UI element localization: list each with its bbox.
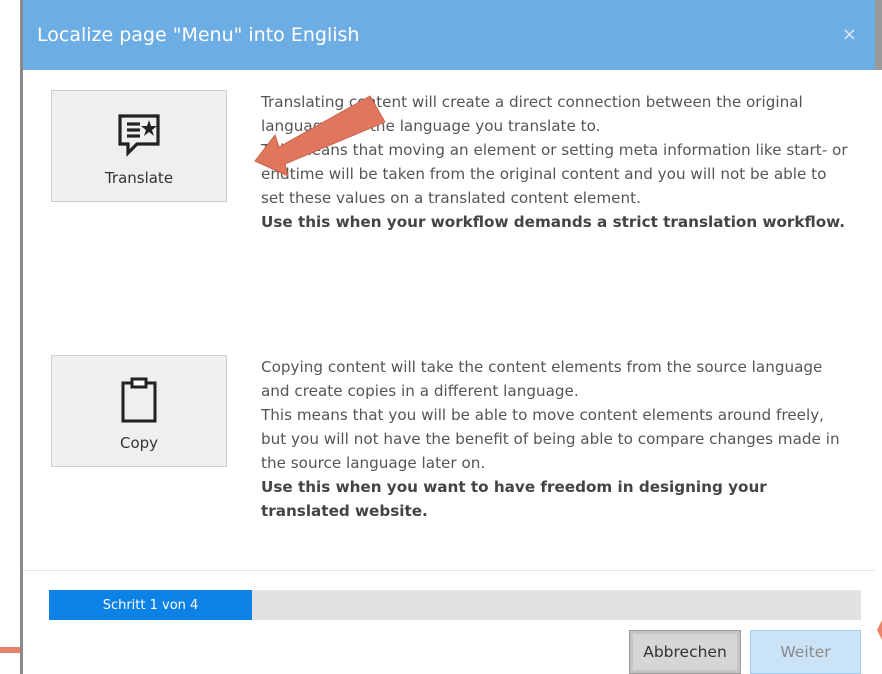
dialog-title: Localize page "Menu" into English — [37, 24, 360, 46]
clipboard-icon — [121, 377, 157, 423]
translate-description-line: This means that moving an element or set… — [261, 141, 848, 207]
cancel-button[interactable]: Abbrechen — [629, 630, 741, 674]
translate-button[interactable]: Translate — [51, 90, 227, 202]
wizard-progress-label: Schritt 1 von 4 — [102, 597, 199, 613]
annotation-arrow-fragment — [0, 647, 20, 653]
localize-dialog: Localize page "Menu" into English × Tran… — [23, 0, 875, 674]
translate-button-label: Translate — [104, 169, 174, 187]
footer-divider — [23, 570, 875, 571]
background-panel — [875, 0, 882, 70]
copy-description: Copying content will take the content el… — [261, 355, 851, 523]
background-strip-right — [875, 0, 882, 674]
annotation-arrow-fragment — [877, 618, 882, 642]
dialog-header: Localize page "Menu" into English × — [23, 0, 875, 70]
copy-button-label: Copy — [119, 434, 159, 452]
copy-description-line: Copying content will take the content el… — [261, 358, 823, 400]
wizard-progress-bar: Schritt 1 von 4 — [49, 590, 861, 620]
background-strip-left — [0, 0, 23, 674]
copy-description-emphasis: Use this when you want to have freedom i… — [261, 478, 767, 520]
copy-description-line: This means that you will be able to move… — [261, 406, 840, 472]
close-icon[interactable]: × — [842, 24, 857, 45]
next-button[interactable]: Weiter — [750, 630, 861, 674]
translate-description: Translating content will create a direct… — [261, 90, 851, 234]
translate-description-line: Translating content will create a direct… — [261, 93, 803, 135]
copy-button[interactable]: Copy — [51, 355, 227, 467]
translate-description-emphasis: Use this when your workflow demands a st… — [261, 213, 846, 231]
translate-speech-icon — [118, 114, 160, 157]
wizard-progress-fill: Schritt 1 von 4 — [49, 590, 252, 620]
